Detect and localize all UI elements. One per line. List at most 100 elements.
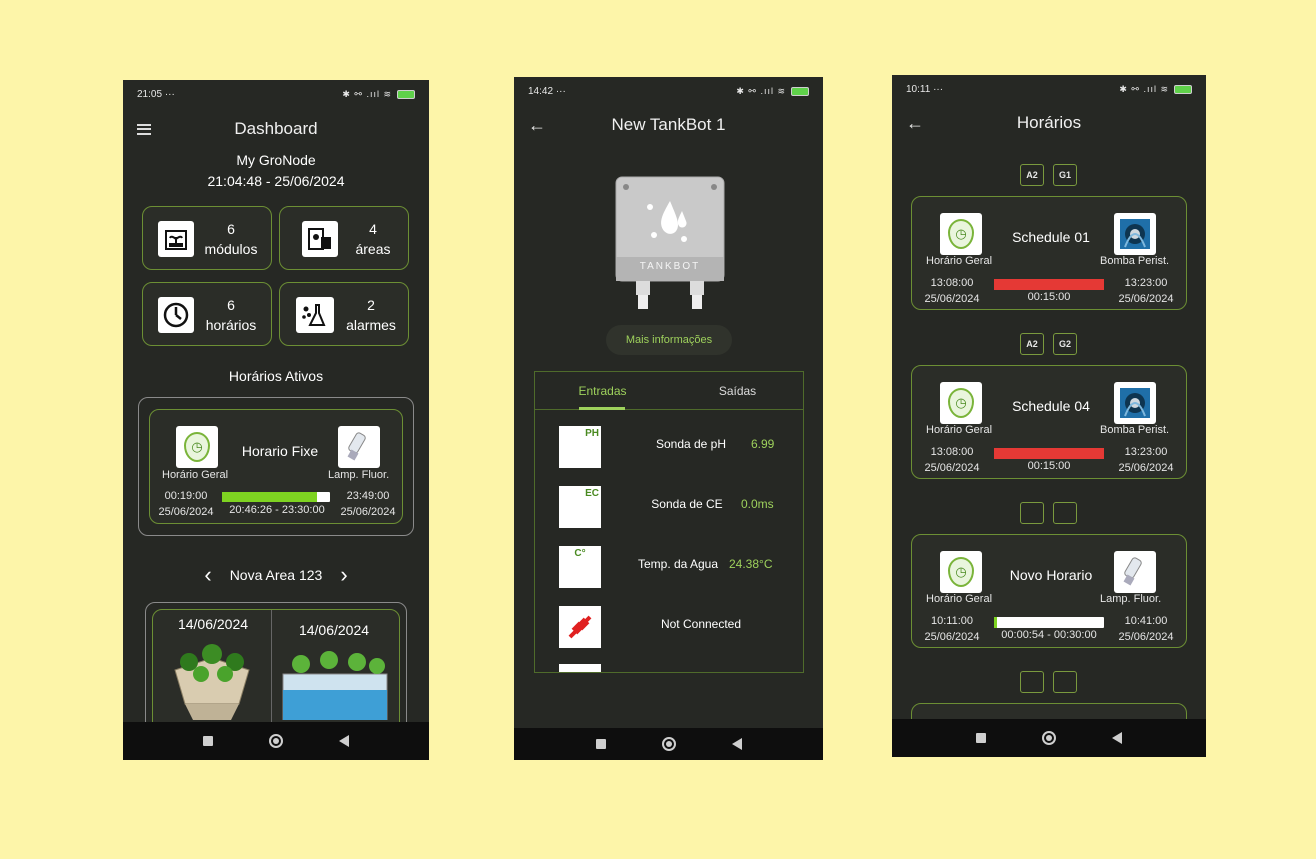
battery-icon	[1174, 84, 1192, 94]
start-date: 25/06/2024	[924, 631, 980, 643]
status-dots: ···	[555, 85, 566, 97]
area-tag[interactable]: A2	[1020, 164, 1044, 186]
pump-icon	[1114, 213, 1156, 255]
progress-fill	[994, 448, 1104, 459]
schedule-card[interactable]: ◷ Horário Geral Schedule 01 Bomba Perist…	[911, 196, 1187, 310]
recents-button[interactable]	[203, 736, 213, 746]
app-bar: ← Horários	[892, 106, 1206, 140]
left-label: Horário Geral	[926, 593, 993, 605]
end-date: 25/06/2024	[340, 506, 396, 518]
schedule-name: Schedule 01	[1012, 229, 1090, 245]
left-label: Horário Geral	[926, 255, 993, 267]
tab-entradas[interactable]: Entradas	[535, 384, 670, 398]
section-title: Horários Ativos	[228, 368, 324, 384]
home-button[interactable]	[1042, 731, 1056, 745]
module-icon	[158, 221, 194, 257]
end-time: 10:41:00	[1124, 615, 1168, 627]
hydro-tank-image[interactable]	[279, 646, 391, 721]
start-date: 25/06/2024	[924, 462, 980, 474]
clock-pin-icon: ◷	[940, 213, 982, 255]
back-nav-button[interactable]	[731, 738, 742, 750]
tile-alarmes[interactable]: 2 alarmes	[279, 282, 409, 346]
progress-track	[994, 279, 1104, 290]
back-nav-button[interactable]	[339, 735, 349, 747]
status-dots: ···	[164, 88, 175, 100]
progress-track	[994, 617, 1104, 628]
area-cards-container: 14/06/2024 14/06/2024	[145, 602, 407, 750]
status-bar: 10:11 ··· ✱ ⚯ .ııl ≋	[892, 75, 1206, 103]
status-dots: ···	[933, 83, 944, 95]
recents-button[interactable]	[976, 733, 986, 743]
app-bar: Dashboard	[123, 112, 429, 146]
tile-modulos[interactable]: 6 módulos	[142, 206, 272, 270]
app-bar: ← New TankBot 1	[514, 108, 823, 142]
recents-button[interactable]	[595, 739, 606, 749]
system-nav-bar	[123, 722, 429, 760]
progress-track	[222, 492, 330, 502]
more-info-button[interactable]: Mais informações	[606, 325, 732, 355]
area-tag[interactable]: A2	[1020, 333, 1044, 355]
active-schedule-card[interactable]: ◷ Horário Geral Horario Fixe Lamp. Fluor…	[149, 409, 403, 524]
hydro-tower-image[interactable]	[165, 640, 259, 720]
progress-range: 20:46:26 - 23:30:00	[229, 504, 325, 516]
status-time: 14:42	[528, 85, 554, 97]
clock-pin-icon: ◷	[940, 382, 982, 424]
right-label: Bomba Perist.	[1100, 255, 1170, 267]
start-time: 00:19:00	[164, 490, 208, 502]
tile-horarios[interactable]: 6 horários	[142, 282, 272, 346]
tile-label: alarmes	[346, 317, 396, 333]
schedules-screen: 10:11 ··· ✱ ⚯ .ııl ≋ ← Horários A2 G1 ◷ …	[892, 75, 1206, 757]
start-time: 10:11:00	[930, 615, 973, 627]
area-name: Nova Area 123	[229, 567, 323, 583]
menu-icon[interactable]	[137, 119, 151, 140]
device-label: TANKBOT	[639, 261, 701, 272]
sensor-value: 6.99	[751, 437, 775, 451]
system-nav-bar	[892, 719, 1206, 757]
home-button[interactable]	[269, 734, 283, 748]
sensor-name: Sonda de pH	[655, 437, 727, 451]
tile-label: módulos	[204, 241, 258, 257]
group-tag[interactable]	[1053, 671, 1077, 693]
battery-icon	[397, 89, 415, 99]
group-tag[interactable]: G2	[1053, 333, 1077, 355]
sensor-name: Sonda de CE	[651, 497, 723, 511]
area-navigator: ‹ Nova Area 123 ›	[123, 564, 429, 586]
progress-track	[994, 448, 1104, 459]
page-title: Dashboard	[234, 119, 318, 138]
right-label: Bomba Perist.	[1100, 424, 1170, 436]
device-datetime: 21:04:48 - 25/06/2024	[207, 173, 345, 189]
schedule-card[interactable]: ◷ Horário Geral Schedule 04 Bomba Perist…	[911, 365, 1187, 479]
schedule-card[interactable]: ◷ Horário Geral Novo Horario Lamp. Fluor…	[911, 534, 1187, 648]
page-title: Horários	[1016, 113, 1082, 132]
prev-area-button[interactable]: ‹	[204, 564, 211, 586]
end-date: 25/06/2024	[1118, 293, 1174, 305]
tile-label: horários	[205, 317, 257, 333]
schedule-name: Schedule 04	[1012, 398, 1090, 414]
end-time: 23:49:00	[346, 490, 390, 502]
right-label: Lamp. Fluor.	[1100, 593, 1162, 605]
duration: 00:15:00	[1027, 291, 1071, 303]
left-label: Horário Geral	[926, 424, 993, 436]
end-time: 13:23:00	[1124, 446, 1168, 458]
end-time: 13:23:00	[1124, 277, 1168, 289]
sensor-name: Not Connected	[660, 617, 742, 631]
back-nav-button[interactable]	[1112, 732, 1122, 744]
area-tag[interactable]	[1020, 502, 1044, 524]
area-tag[interactable]	[1020, 671, 1044, 693]
back-arrow-icon[interactable]: ←	[528, 115, 546, 136]
next-area-button[interactable]: ›	[340, 564, 347, 586]
progress-fill	[994, 279, 1104, 290]
group-tag[interactable]	[1053, 502, 1077, 524]
group-tag[interactable]: G1	[1053, 164, 1077, 186]
back-arrow-icon[interactable]: ←	[906, 113, 924, 134]
start-date: 25/06/2024	[158, 506, 214, 518]
list-item	[559, 664, 601, 672]
schedule-name: Novo Horario	[1009, 567, 1093, 583]
status-time: 10:11	[906, 83, 931, 95]
temperature-icon: C°	[559, 546, 601, 588]
status-bar: 21:05 ··· ✱ ⚯ .ııl ≋	[123, 80, 429, 108]
tab-saidas[interactable]: Saídas	[670, 384, 805, 398]
ph-sensor-icon: PH	[559, 426, 601, 468]
tile-areas[interactable]: 4 áreas	[279, 206, 409, 270]
home-button[interactable]	[661, 737, 676, 751]
